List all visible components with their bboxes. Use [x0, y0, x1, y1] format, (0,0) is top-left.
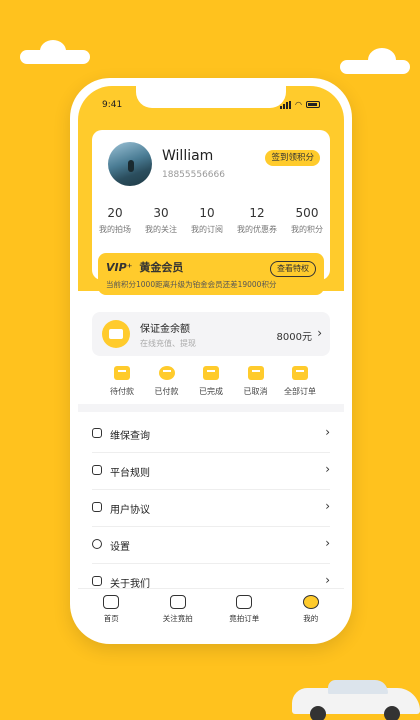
tab-mine[interactable]: 我的 [281, 595, 341, 636]
deposit-subtitle: 在线充值、提现 [140, 339, 196, 348]
stat-value: 20 [107, 206, 123, 220]
wallet-card-icon [102, 320, 130, 348]
tab-home[interactable]: 首页 [81, 595, 141, 636]
home-icon [103, 595, 120, 609]
menu-item-label: 维保查询 [110, 431, 150, 442]
gear-icon [92, 539, 102, 549]
chevron-right-icon: › [325, 425, 330, 439]
order-label: 全部订单 [284, 387, 316, 396]
wallet-icon [114, 366, 130, 380]
menu-item-settings[interactable]: 设置 › [92, 527, 330, 564]
cloud-decoration [340, 48, 410, 74]
stat-label: 我的拍场 [99, 225, 131, 234]
avatar[interactable] [108, 142, 152, 186]
settings-menu: 维保查询 › 平台规则 › 用户协议 › 设置 › 关于我们 › [78, 416, 344, 601]
order-status-row: 待付款 已付款 已完成 已取消 全部订单 [92, 366, 330, 397]
stat-subscriptions[interactable]: 10 我的订阅 [191, 206, 223, 235]
chevron-right-icon: › [325, 499, 330, 513]
alert-icon [92, 465, 102, 475]
order-all[interactable]: 全部订单 [278, 366, 322, 397]
chevron-right-icon: › [325, 573, 330, 587]
car-icon [169, 595, 186, 609]
battery-icon [306, 101, 320, 108]
tab-label: 竟拍订单 [229, 614, 260, 623]
document-icon [92, 502, 102, 512]
order-completed[interactable]: 已完成 [189, 366, 233, 397]
list-icon [236, 595, 253, 609]
vip-level: 黄金会员 [139, 261, 184, 274]
stat-value: 30 [153, 206, 169, 220]
order-label: 已完成 [199, 387, 223, 396]
tab-auction-orders[interactable]: 竟拍订单 [214, 595, 274, 636]
menu-item-maintenance-query[interactable]: 维保查询 › [92, 416, 330, 453]
tab-label: 关注竟拍 [162, 614, 193, 623]
vip-title: VIP⁺ 黄金会员 [106, 259, 183, 275]
menu-item-label: 平台规则 [110, 468, 150, 479]
section-divider [78, 404, 344, 412]
stats-row: 20 我的拍场 30 我的关注 10 我的订阅 12 我的优惠券 500 我的积… [92, 206, 330, 235]
tab-followed-auctions[interactable]: 关注竟拍 [148, 595, 208, 636]
cloud-decoration [20, 40, 90, 64]
stat-coupons[interactable]: 12 我的优惠券 [237, 206, 277, 235]
tab-label: 我的 [303, 614, 319, 623]
signal-icon [280, 100, 292, 109]
truck-icon [203, 366, 219, 380]
order-label: 已取消 [243, 387, 268, 396]
vip-subtitle: 当前积分1000距离升级为铂金会员还差19000积分 [106, 280, 277, 289]
order-cancelled[interactable]: 已取消 [234, 366, 278, 397]
menu-item-user-agreement[interactable]: 用户协议 › [92, 490, 330, 527]
phone-number: 18855556666 [162, 170, 225, 180]
order-paid[interactable]: 已付款 [145, 366, 189, 397]
chevron-right-icon: › [325, 536, 330, 550]
tab-label: 首页 [103, 614, 119, 623]
view-privileges-button[interactable]: 查看特权 [270, 261, 316, 277]
phone-screen: 9:41 ◠ William 18855556666 签到领积分 20 我的拍场 [78, 86, 344, 636]
vip-mark: VIP⁺ [106, 261, 133, 274]
document-icon [247, 366, 264, 380]
vip-banner[interactable]: VIP⁺ 黄金会员 查看特权 当前积分1000距离升级为铂金会员还差19000积… [98, 253, 324, 295]
menu-item-label: 用户协议 [110, 505, 150, 516]
phone-frame: 9:41 ◠ William 18855556666 签到领积分 20 我的拍场 [70, 78, 352, 644]
stat-label: 我的订阅 [191, 225, 223, 234]
status-icons: ◠ [280, 100, 320, 109]
coin-icon [158, 366, 175, 380]
order-pending-payment[interactable]: 待付款 [100, 366, 144, 397]
deposit-title: 保证金余额 [140, 324, 190, 335]
sign-in-button[interactable]: 签到领积分 [265, 150, 320, 166]
menu-item-platform-rules[interactable]: 平台规则 › [92, 453, 330, 490]
chevron-right-icon: › [317, 326, 322, 340]
status-time: 9:41 [102, 100, 123, 110]
username: William [162, 148, 214, 164]
stat-auctions[interactable]: 20 我的拍场 [99, 206, 131, 235]
search-doc-icon [92, 428, 102, 438]
box-icon [292, 366, 308, 380]
stat-value: 12 [249, 206, 265, 220]
smiley-icon [302, 595, 319, 609]
chevron-right-icon: › [325, 462, 330, 476]
deposit-amount: 8000元 [276, 332, 312, 343]
car-illustration [288, 676, 420, 720]
wifi-icon: ◠ [295, 100, 302, 109]
deposit-card[interactable]: 保证金余额 在线充值、提现 8000元 › [92, 312, 330, 356]
order-label: 已付款 [154, 387, 179, 396]
stat-points[interactable]: 500 我的积分 [291, 206, 323, 235]
status-bar: 9:41 ◠ [96, 100, 326, 114]
stat-follows[interactable]: 30 我的关注 [145, 206, 177, 235]
stat-label: 我的优惠券 [237, 225, 277, 234]
info-icon [92, 576, 102, 586]
stat-value: 500 [295, 206, 319, 220]
menu-item-label: 设置 [110, 542, 130, 553]
stat-value: 10 [199, 206, 215, 220]
order-label: 待付款 [110, 387, 134, 396]
stat-label: 我的积分 [291, 225, 323, 234]
stat-label: 我的关注 [145, 225, 177, 234]
bottom-tab-bar: 首页 关注竟拍 竟拍订单 我的 [78, 588, 344, 636]
